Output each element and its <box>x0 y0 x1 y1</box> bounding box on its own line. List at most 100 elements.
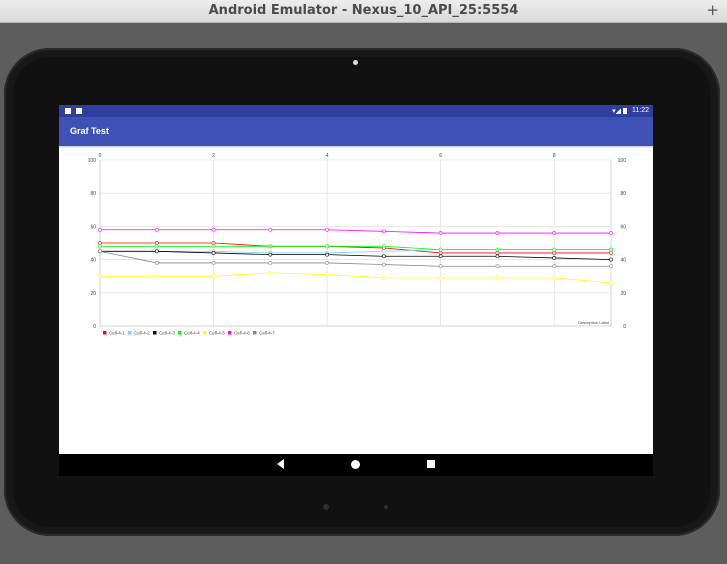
data-point <box>211 244 216 249</box>
legend-swatch <box>228 331 232 335</box>
legend-swatch <box>178 331 182 335</box>
status-time: 11:22 <box>632 107 649 114</box>
data-point <box>438 264 443 269</box>
series-line <box>100 229 611 234</box>
app-bar: Graf Test <box>59 117 653 146</box>
data-point <box>154 274 159 279</box>
data-point <box>381 249 386 254</box>
data-point <box>609 264 613 269</box>
data-point <box>495 275 500 280</box>
data-point <box>154 244 159 249</box>
data-point <box>552 231 557 235</box>
y-tick-label-left: 20 <box>90 291 96 297</box>
sensor-dot <box>384 505 388 509</box>
y-tick-label-right: 0 <box>623 324 626 330</box>
data-point <box>211 251 216 255</box>
series-line <box>100 249 611 254</box>
data-point <box>268 227 273 232</box>
sensor-dot <box>323 504 329 510</box>
legend-label: Cell-4-3 <box>159 331 175 336</box>
y-tick-label-left: 40 <box>90 258 96 264</box>
data-point <box>552 251 557 255</box>
data-point <box>268 261 273 265</box>
legend-swatch <box>128 331 132 335</box>
series-line <box>100 272 612 284</box>
y-tick-label-left: 0 <box>93 324 96 330</box>
data-point <box>495 264 500 269</box>
y-tick-label-right: 60 <box>620 224 626 230</box>
data-point <box>98 227 102 232</box>
status-bar: ▾◢ 11:22 <box>59 105 653 117</box>
data-point <box>325 261 330 265</box>
data-point <box>154 249 159 254</box>
data-point <box>381 275 386 280</box>
data-point <box>325 272 330 277</box>
data-point <box>495 251 500 255</box>
y-tick-label-left: 80 <box>90 191 96 197</box>
data-point <box>325 244 330 249</box>
data-point <box>268 252 273 257</box>
data-point <box>438 275 443 280</box>
legend-label: Cell-4-1 <box>109 331 125 336</box>
back-icon[interactable] <box>277 459 284 469</box>
wifi-icon: ▾◢ <box>612 108 621 115</box>
data-point <box>552 275 557 280</box>
data-point <box>552 264 557 269</box>
data-point <box>495 231 500 235</box>
legend-label: Cell-4-2 <box>134 331 150 336</box>
data-point <box>98 244 102 249</box>
y-tick-label-right: 20 <box>620 291 626 297</box>
legend-label: Cell-4-6 <box>234 331 250 336</box>
data-point <box>438 251 443 255</box>
device-screen: ▾◢ 11:22 Graf Test 0 0 20 20 40 40 60 60 80 80 100… <box>59 105 653 476</box>
data-point <box>495 254 500 259</box>
data-point <box>325 252 330 257</box>
legend-label: Cell-4-4 <box>184 331 200 336</box>
legend-swatch <box>203 331 207 335</box>
data-point <box>268 244 273 249</box>
data-point <box>609 251 613 255</box>
data-point <box>211 241 216 245</box>
y-tick-label-right: 100 <box>618 158 627 164</box>
data-point <box>98 249 102 254</box>
data-point <box>381 229 386 234</box>
data-point <box>98 241 102 245</box>
camera-icon <box>353 60 358 65</box>
legend-swatch <box>253 331 257 335</box>
data-point <box>98 274 102 279</box>
home-icon[interactable] <box>351 460 360 469</box>
data-point <box>552 256 557 260</box>
series-line <box>99 250 611 267</box>
data-point <box>154 261 159 265</box>
x-tick-label: 0 <box>99 153 102 159</box>
x-tick-label: 6 <box>439 153 442 159</box>
legend-swatch <box>103 331 107 335</box>
series-line <box>100 250 612 260</box>
y-tick-label-left: 100 <box>88 158 97 164</box>
data-point <box>609 257 613 262</box>
navigation-bar <box>59 454 653 476</box>
data-point <box>438 254 443 259</box>
y-tick-label-right: 40 <box>620 258 626 264</box>
data-point <box>609 231 613 235</box>
app-title: Graf Test <box>70 126 109 136</box>
window-title: Android Emulator - Nexus_10_API_25:5554 <box>208 3 519 18</box>
line-chart[interactable]: 0 020 2040 4060 6080 80100 1000 2 4 6 8Description… <box>59 146 653 346</box>
x-tick-label: 2 <box>212 153 215 159</box>
description-label: Description Label <box>578 320 609 325</box>
legend-label: Cell-4-5 <box>209 331 225 336</box>
legend-label: Cell-4-7 <box>259 331 275 336</box>
data-point <box>552 247 557 252</box>
legend-swatch <box>153 331 157 335</box>
data-point <box>268 270 273 275</box>
recents-icon[interactable] <box>427 460 435 468</box>
data-point <box>438 231 443 235</box>
data-point <box>438 247 443 252</box>
data-point <box>211 274 216 279</box>
data-point <box>154 241 159 245</box>
data-point <box>325 227 330 232</box>
data-point <box>211 227 216 232</box>
notification-icon <box>65 108 71 114</box>
data-point <box>154 227 159 232</box>
add-icon[interactable]: + <box>706 1 719 19</box>
